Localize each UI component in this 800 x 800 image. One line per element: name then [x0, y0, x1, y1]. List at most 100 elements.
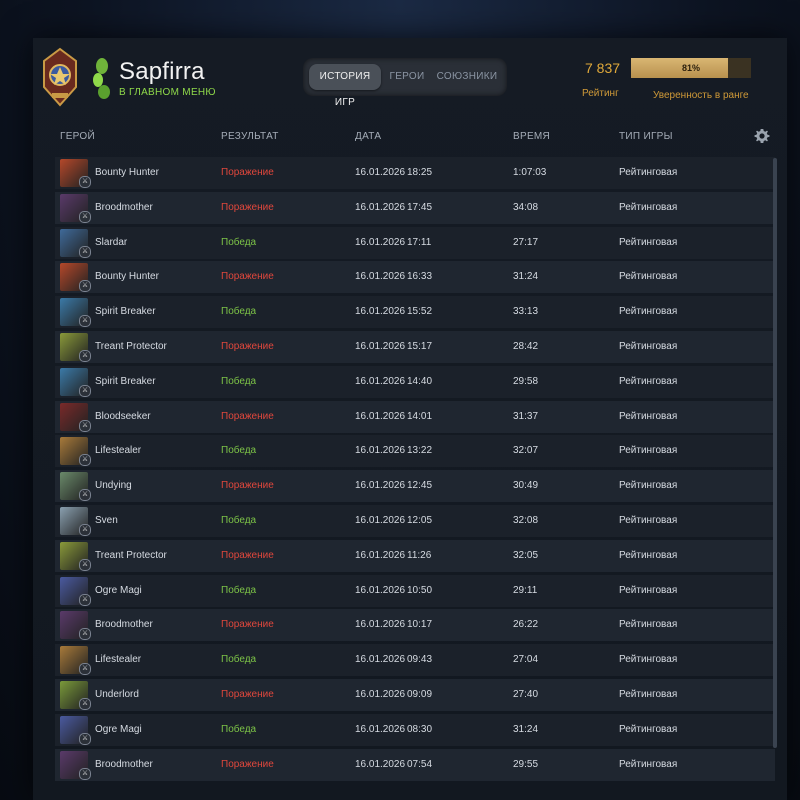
match-type: Рейтинговая — [619, 306, 678, 318]
main-menu-link[interactable]: В ГЛАВНОМ МЕНЮ — [119, 87, 216, 98]
match-duration: 31:24 — [513, 723, 539, 735]
match-result: Поражение — [221, 201, 274, 213]
rank-confidence-label: Уверенность в ранге — [653, 90, 749, 101]
gear-icon[interactable] — [754, 128, 770, 144]
match-row[interactable]: ⚔ Treant Protector Поражение 16.01.2026 … — [55, 539, 775, 572]
column-header-type[interactable]: ТИП ИГРЫ — [619, 131, 673, 142]
rating-label: Рейтинг — [582, 88, 619, 99]
match-result: Победа — [221, 584, 257, 596]
match-date: 16.01.2026 — [355, 271, 406, 283]
profile-header: Sapfirra В ГЛАВНОМ МЕНЮ ИСТОРИЯ ИГР ГЕРО… — [33, 38, 787, 120]
match-time: 09:43 — [407, 654, 433, 666]
match-result: Победа — [221, 236, 257, 248]
match-row[interactable]: ⚔ Undying Поражение 16.01.2026 12:45 30:… — [55, 470, 775, 503]
rank-confidence-bar: 81% — [631, 58, 751, 78]
match-time: 15:17 — [407, 340, 433, 352]
match-row[interactable]: ⚔ Bounty Hunter Поражение 16.01.2026 18:… — [55, 157, 775, 189]
match-date: 16.01.2026 — [355, 723, 406, 735]
hero-name: Ogre Magi — [95, 584, 142, 596]
match-result: Победа — [221, 654, 257, 666]
username: Sapfirra — [119, 58, 205, 85]
match-time: 11:26 — [407, 549, 432, 561]
role-badge-icon: ⚔ — [79, 176, 91, 188]
match-row[interactable]: ⚔ Broodmother Поражение 16.01.2026 07:54… — [55, 748, 775, 781]
match-time: 10:17 — [407, 619, 433, 631]
match-result: Победа — [221, 306, 257, 318]
column-header-duration[interactable]: ВРЕМЯ — [513, 131, 550, 142]
match-date: 16.01.2026 — [355, 688, 406, 700]
match-row[interactable]: ⚔ Slardar Победа 16.01.2026 17:11 27:17 … — [55, 226, 775, 259]
role-badge-icon: ⚔ — [79, 593, 91, 606]
match-row[interactable]: ⚔ Sven Победа 16.01.2026 12:05 32:08 Рей… — [55, 504, 775, 537]
scrollbar[interactable] — [773, 158, 777, 748]
match-type: Рейтинговая — [619, 514, 678, 526]
role-badge-icon: ⚔ — [79, 523, 91, 536]
match-row[interactable]: ⚔ Broodmother Поражение 16.01.2026 10:17… — [55, 609, 775, 642]
leaf-avatar-icon[interactable] — [91, 56, 113, 100]
match-time: 12:05 — [407, 514, 433, 526]
match-duration: 31:37 — [513, 410, 539, 422]
match-row[interactable]: ⚔ Lifestealer Победа 16.01.2026 09:43 27… — [55, 644, 775, 677]
hero-name: Lifestealer — [95, 654, 142, 666]
column-header-date[interactable]: ДАТА — [355, 131, 381, 142]
role-badge-icon: ⚔ — [79, 663, 91, 676]
hero-name: Treant Protector — [95, 549, 167, 561]
hero-name: Broodmother — [95, 201, 153, 213]
match-date: 16.01.2026 — [355, 445, 406, 457]
match-type: Рейтинговая — [619, 584, 678, 596]
match-type: Рейтинговая — [619, 167, 678, 178]
rank-medal-icon — [43, 47, 77, 107]
match-row[interactable]: ⚔ Broodmother Поражение 16.01.2026 17:45… — [55, 191, 775, 224]
match-type: Рейтинговая — [619, 201, 678, 213]
hero-name: Undying — [95, 480, 132, 492]
match-result: Поражение — [221, 480, 274, 492]
hero-name: Lifestealer — [95, 445, 142, 457]
match-time: 16:33 — [407, 271, 433, 283]
tab-match-history[interactable]: ИСТОРИЯ ИГР — [309, 64, 381, 108]
match-row[interactable]: ⚔ Lifestealer Победа 16.01.2026 13:22 32… — [55, 435, 775, 468]
hero-name: Ogre Magi — [95, 723, 142, 735]
role-badge-icon: ⚔ — [79, 489, 91, 502]
match-date: 16.01.2026 — [355, 619, 406, 631]
match-row[interactable]: ⚔ Ogre Magi Победа 16.01.2026 10:50 29:1… — [55, 574, 775, 607]
match-duration: 30:49 — [513, 480, 539, 492]
role-badge-icon: ⚔ — [79, 732, 91, 745]
column-header-hero[interactable]: ГЕРОЙ — [60, 131, 95, 142]
role-badge-icon: ⚔ — [79, 349, 91, 362]
match-time: 18:25 — [407, 167, 433, 178]
match-list: ⚔ Bounty Hunter Поражение 16.01.2026 18:… — [55, 157, 775, 783]
match-duration: 32:05 — [513, 549, 539, 561]
match-row[interactable]: ⚔ Spirit Breaker Победа 16.01.2026 14:40… — [55, 365, 775, 398]
match-date: 16.01.2026 — [355, 654, 406, 666]
role-badge-icon: ⚔ — [79, 558, 91, 571]
match-date: 16.01.2026 — [355, 306, 406, 318]
match-row[interactable]: ⚔ Treant Protector Поражение 16.01.2026 … — [55, 330, 775, 363]
column-header-result[interactable]: РЕЗУЛЬТАТ — [221, 131, 279, 142]
match-time: 17:45 — [407, 201, 433, 213]
match-row[interactable]: ⚔ Spirit Breaker Победа 16.01.2026 15:52… — [55, 296, 775, 329]
match-date: 16.01.2026 — [355, 410, 406, 422]
match-row[interactable]: ⚔ Ogre Magi Победа 16.01.2026 08:30 31:2… — [55, 713, 775, 746]
rating-value: 7 837 — [585, 60, 621, 76]
match-row[interactable]: ⚔ Bounty Hunter Поражение 16.01.2026 16:… — [55, 261, 775, 294]
role-badge-icon: ⚔ — [79, 697, 91, 710]
role-badge-icon: ⚔ — [79, 628, 91, 641]
match-date: 16.01.2026 — [355, 236, 406, 248]
match-time: 12:45 — [407, 480, 433, 492]
match-row[interactable]: ⚔ Bloodseeker Поражение 16.01.2026 14:01… — [55, 400, 775, 433]
match-type: Рейтинговая — [619, 619, 678, 631]
match-duration: 29:55 — [513, 758, 539, 770]
match-time: 13:22 — [407, 445, 433, 457]
hero-name: Slardar — [95, 236, 128, 248]
role-badge-icon: ⚔ — [79, 767, 91, 780]
match-duration: 33:13 — [513, 306, 539, 318]
tab-allies[interactable]: СОЮЗНИКИ — [433, 64, 501, 90]
match-duration: 27:04 — [513, 654, 539, 666]
tab-heroes[interactable]: ГЕРОИ — [385, 64, 429, 90]
match-row[interactable]: ⚔ Underlord Поражение 16.01.2026 09:09 2… — [55, 678, 775, 711]
match-duration: 32:07 — [513, 445, 539, 457]
match-type: Рейтинговая — [619, 688, 678, 700]
match-type: Рейтинговая — [619, 549, 678, 561]
match-result: Поражение — [221, 410, 274, 422]
match-date: 16.01.2026 — [355, 480, 406, 492]
